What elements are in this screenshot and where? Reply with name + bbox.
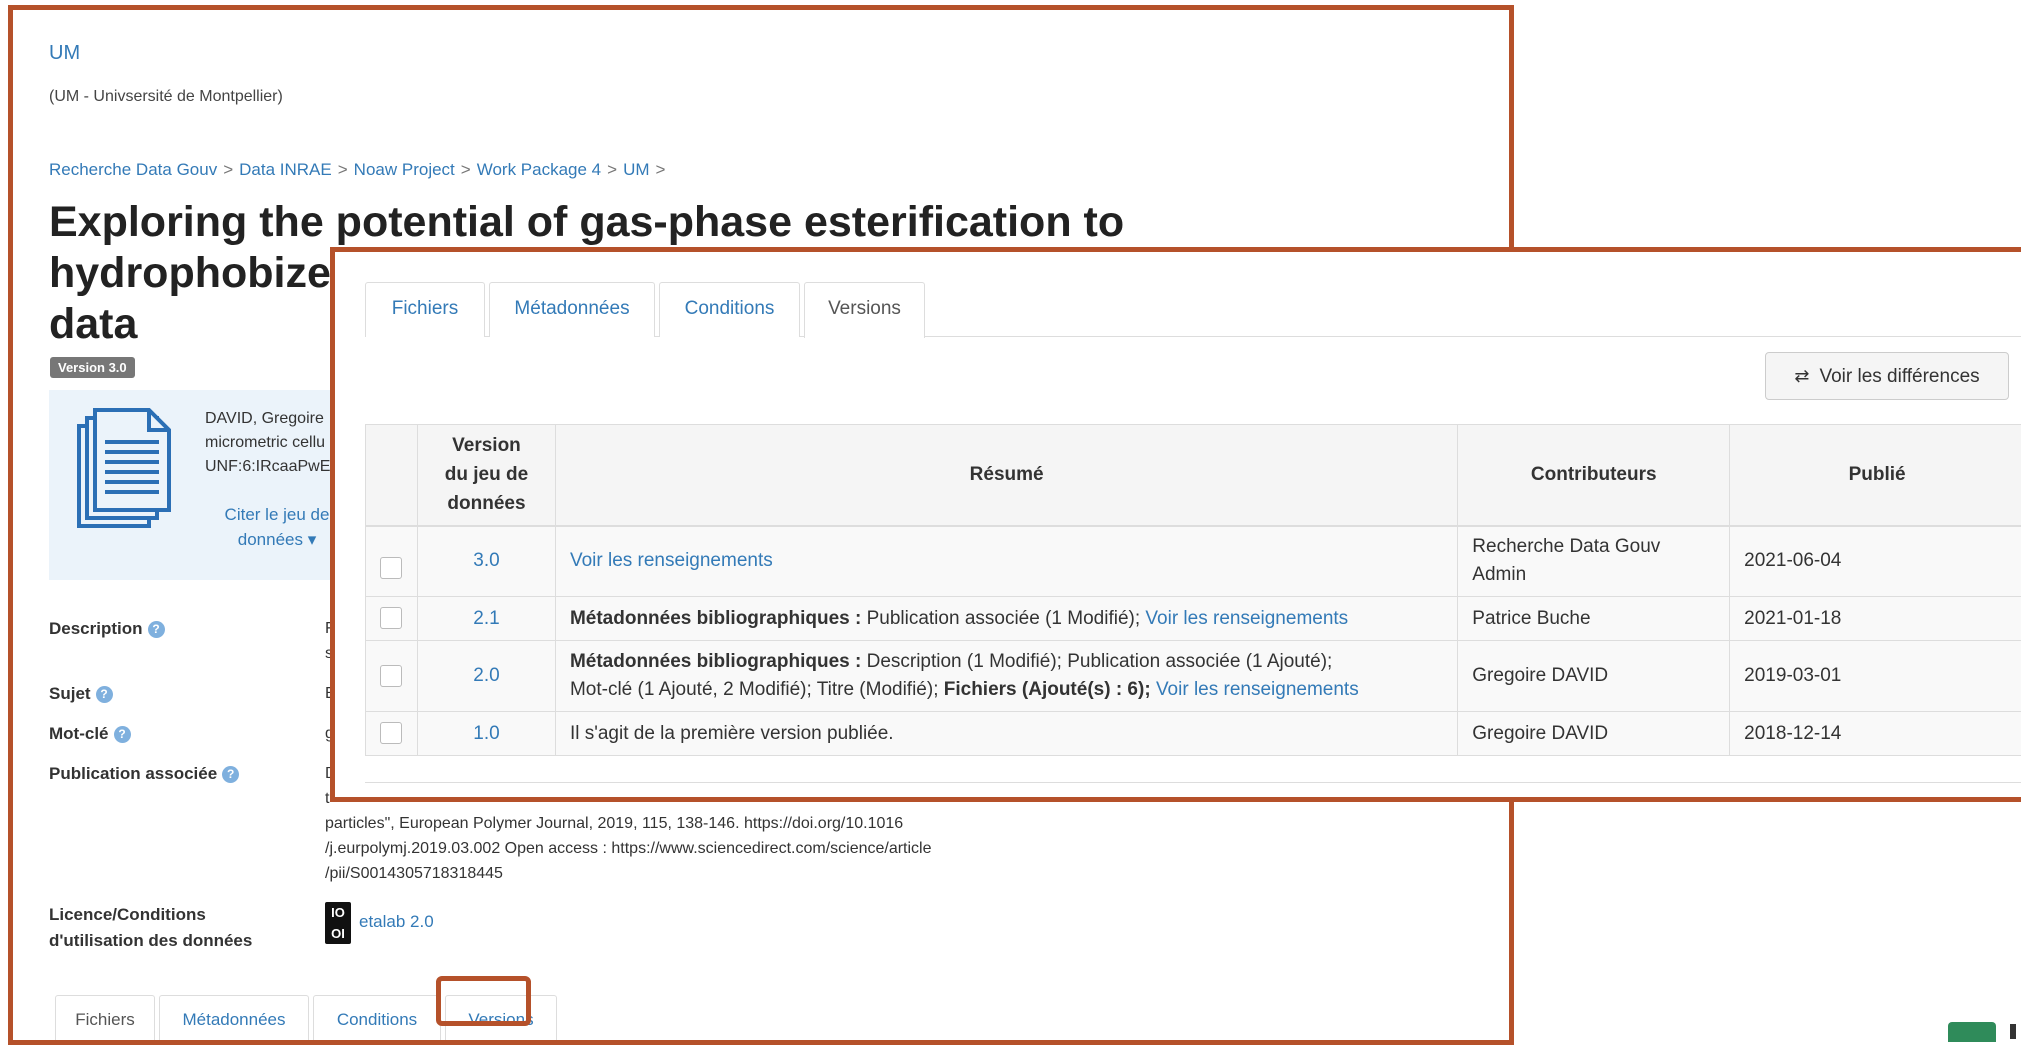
panel-divider bbox=[365, 782, 2021, 783]
breadcrumb-separator: > bbox=[223, 160, 233, 179]
tab-metadata[interactable]: Métadonnées bbox=[489, 282, 655, 337]
summary-column-header: Résumé bbox=[555, 425, 1457, 526]
help-icon[interactable]: ? bbox=[222, 766, 239, 783]
document-stack-icon bbox=[77, 404, 177, 534]
license-label: Licence/Conditions d'utilisation des don… bbox=[49, 902, 252, 954]
versions-tab-highlight bbox=[436, 976, 531, 1026]
table-row: 3.0 Voir les renseignements Recherche Da… bbox=[366, 526, 2021, 597]
breadcrumb-separator: > bbox=[607, 160, 617, 179]
versions-table: Version du jeu de données Résumé Contrib… bbox=[365, 424, 2021, 756]
related-publication-label: Publication associée? bbox=[49, 761, 239, 787]
summary-cell: Métadonnées bibliographiques : Publicati… bbox=[555, 597, 1457, 641]
published-date: 2021-06-04 bbox=[1730, 526, 2021, 597]
row-select-checkbox[interactable] bbox=[380, 557, 402, 579]
etalab-license-logo: IO OI bbox=[325, 902, 351, 944]
row-select-checkbox[interactable] bbox=[380, 665, 402, 687]
view-differences-button[interactable]: ⇄ Voir les différences bbox=[1765, 352, 2009, 400]
table-row: 2.0 Métadonnées bibliographiques : Descr… bbox=[366, 641, 2021, 712]
breadcrumb-separator: > bbox=[338, 160, 348, 179]
breadcrumb-item-data-inrae[interactable]: Data INRAE bbox=[239, 160, 332, 179]
view-details-link[interactable]: Voir les renseignements bbox=[1145, 608, 1348, 629]
compare-arrows-icon: ⇄ bbox=[1794, 366, 1809, 386]
table-row: 2.1 Métadonnées bibliographiques : Publi… bbox=[366, 597, 2021, 641]
cite-button-label: Citer le jeu de bbox=[215, 502, 339, 527]
dataverse-subtitle: (UM - Univsersité de Montpellier) bbox=[49, 88, 283, 106]
row-select-checkbox[interactable] bbox=[380, 607, 402, 629]
dataset-title-line1: Exploring the potential of gas-phase est… bbox=[49, 198, 1124, 246]
cite-button-label: données ▾ bbox=[215, 527, 339, 552]
tab-terms[interactable]: Conditions bbox=[313, 995, 441, 1045]
version-link[interactable]: 2.1 bbox=[473, 608, 499, 629]
table-header-row: Version du jeu de données Résumé Contrib… bbox=[366, 425, 2021, 526]
cite-dataset-button[interactable]: Citer le jeu de données ▾ bbox=[215, 502, 339, 552]
breadcrumb: Recherche Data Gouv > Data INRAE > Noaw Proj… bbox=[49, 160, 671, 180]
tab-terms[interactable]: Conditions bbox=[659, 282, 800, 337]
contributor-cell: Recherche Data Gouv Admin bbox=[1458, 526, 1730, 597]
table-row: 1.0 Il s'agit de la première version pub… bbox=[366, 712, 2021, 756]
breadcrumb-item-recherche-data-gouv[interactable]: Recherche Data Gouv bbox=[49, 160, 217, 179]
view-differences-label: Voir les différences bbox=[1819, 366, 1979, 387]
version-badge: Version 3.0 bbox=[50, 357, 135, 378]
tab-files[interactable]: Fichiers bbox=[55, 995, 155, 1045]
version-link[interactable]: 1.0 bbox=[473, 723, 499, 744]
summary-cell: Il s'agit de la première version publiée… bbox=[555, 712, 1457, 756]
published-date: 2018-12-14 bbox=[1730, 712, 2021, 756]
contributors-column-header: Contributeurs bbox=[1458, 425, 1730, 526]
row-select-checkbox[interactable] bbox=[380, 722, 402, 744]
tab-versions[interactable]: Versions bbox=[804, 282, 925, 338]
versions-panel-frame: Fichiers Métadonnées Conditions Versions… bbox=[330, 247, 2021, 802]
dataverse-name-link[interactable]: UM bbox=[49, 42, 80, 65]
contributor-cell: Gregoire DAVID bbox=[1458, 712, 1730, 756]
help-icon[interactable]: ? bbox=[114, 726, 131, 743]
subject-label: Sujet? bbox=[49, 681, 113, 707]
overlay-tabs: Fichiers Métadonnées Conditions Versions bbox=[365, 282, 2021, 337]
published-column-header: Publié bbox=[1730, 425, 2021, 526]
help-icon[interactable]: ? bbox=[148, 621, 165, 638]
dataset-title-line2: hydrophobize bbox=[49, 249, 331, 297]
breadcrumb-separator: > bbox=[656, 160, 666, 179]
version-link[interactable]: 3.0 bbox=[473, 550, 499, 571]
version-column-header: Version du jeu de données bbox=[417, 425, 555, 526]
help-icon[interactable]: ? bbox=[96, 686, 113, 703]
version-link[interactable]: 2.0 bbox=[473, 665, 499, 686]
tab-files[interactable]: Fichiers bbox=[365, 282, 485, 337]
summary-cell: Métadonnées bibliographiques : Descripti… bbox=[555, 641, 1457, 712]
contributor-cell: Patrice Buche bbox=[1458, 597, 1730, 641]
tab-metadata[interactable]: Métadonnées bbox=[159, 995, 309, 1045]
breadcrumb-item-work-package-4[interactable]: Work Package 4 bbox=[477, 160, 601, 179]
published-date: 2021-01-18 bbox=[1730, 597, 2021, 641]
breadcrumb-separator: > bbox=[461, 160, 471, 179]
description-label: Description? bbox=[49, 616, 165, 642]
breadcrumb-item-um[interactable]: UM bbox=[623, 160, 649, 179]
published-date: 2019-03-01 bbox=[1730, 641, 2021, 712]
view-details-link[interactable]: Voir les renseignements bbox=[570, 550, 773, 571]
view-details-link[interactable]: Voir les renseignements bbox=[1156, 679, 1359, 700]
license-link[interactable]: etalab 2.0 bbox=[359, 912, 434, 932]
select-column-header bbox=[366, 425, 418, 526]
breadcrumb-item-noaw-project[interactable]: Noaw Project bbox=[354, 160, 455, 179]
contributor-cell: Gregoire DAVID bbox=[1458, 641, 1730, 712]
corner-fragment-icon bbox=[2010, 1024, 2016, 1039]
corner-logo-icon bbox=[1948, 1022, 1996, 1042]
dataset-tabs: Fichiers Métadonnées Conditions Versions bbox=[49, 995, 1489, 1045]
dataset-title-line3: data bbox=[49, 300, 137, 348]
keyword-label: Mot-clé? bbox=[49, 721, 131, 747]
